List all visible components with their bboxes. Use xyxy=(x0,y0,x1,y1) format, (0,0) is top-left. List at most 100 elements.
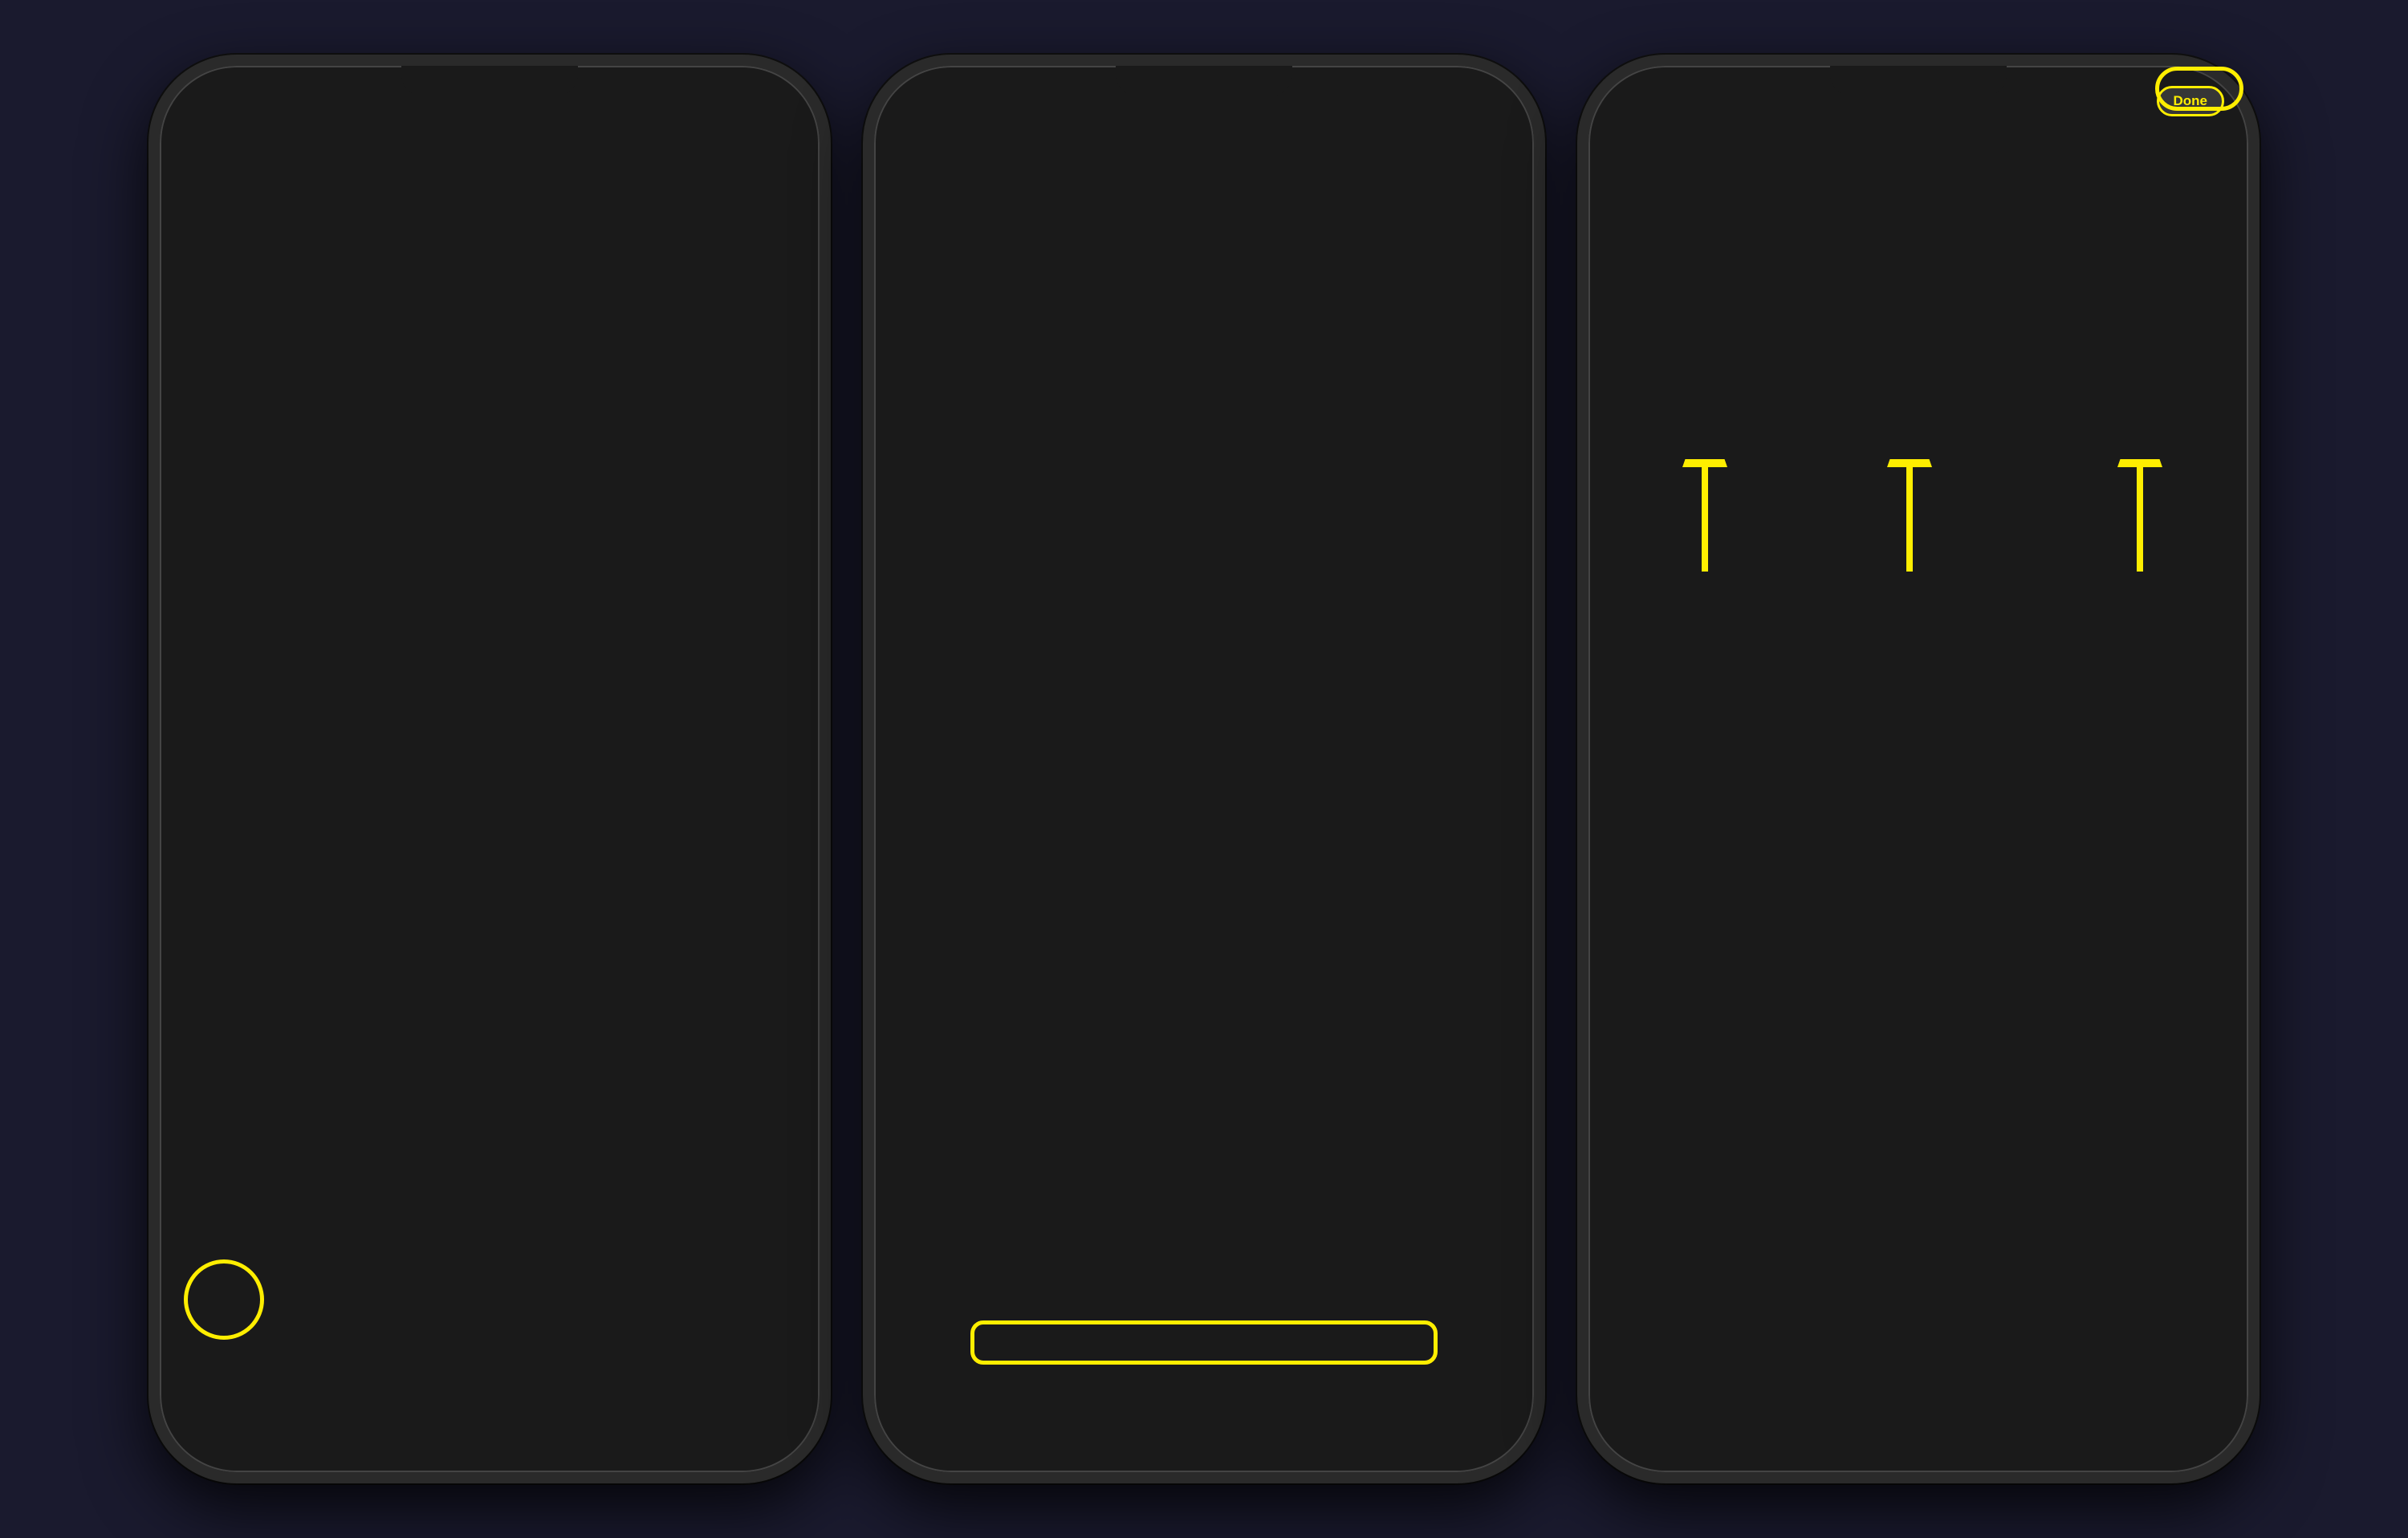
app-item-appleframes[interactable]: Apple Frames xyxy=(174,570,327,657)
firefox-icon[interactable] xyxy=(694,368,764,438)
p2-mail-dock-icon[interactable] xyxy=(1100,1373,1163,1435)
machash-icon[interactable]: # xyxy=(375,469,445,539)
page-thumb-4[interactable] xyxy=(1605,532,1805,897)
page-thumb-3[interactable]: ✓ xyxy=(2032,154,2232,519)
app-item-slack[interactable]: Slack xyxy=(493,368,646,454)
weather-delete[interactable]: − xyxy=(1361,462,1380,482)
page-thumb-5[interactable] xyxy=(1818,532,2019,897)
p2-firefox-icon[interactable] xyxy=(1408,368,1479,438)
p2-app-firefox[interactable]: − Firefox xyxy=(1367,368,1520,454)
p2-dock-macrob[interactable]: − 🤖 xyxy=(1390,1373,1453,1435)
machash-delete[interactable]: − xyxy=(1042,462,1061,482)
p2-bbcnews-icon[interactable]: BBCNEWS xyxy=(1248,570,1319,641)
p2-whatsapp-icon[interactable]: 1 xyxy=(1089,368,1160,438)
p2-app-twitter[interactable]: − Twitter xyxy=(1207,469,1361,555)
photos-icon[interactable] xyxy=(375,267,445,337)
phone-dock-delete[interactable]: − xyxy=(1237,1365,1256,1384)
p2-machash-icon[interactable]: # xyxy=(1089,469,1160,539)
p2-app-machash[interactable]: − # MacHash xyxy=(1048,469,1202,555)
appstore-delete[interactable]: − xyxy=(882,260,901,279)
messages-delete[interactable]: − xyxy=(1361,260,1380,279)
app-item-appstore[interactable]: App Store xyxy=(174,267,327,353)
p2-gmail-icon[interactable] xyxy=(1248,267,1319,337)
add-button[interactable]: + xyxy=(898,76,911,102)
firefox-delete[interactable]: − xyxy=(1361,361,1380,380)
p2-app-bbcnews[interactable]: − BBCNEWS BBC News xyxy=(1207,570,1361,657)
gmail-icon[interactable] xyxy=(534,267,604,337)
p2-app-gmail[interactable]: − Gmail xyxy=(1207,267,1361,353)
macrob-dock-icon[interactable]: 🤖 xyxy=(676,1373,738,1435)
dock-mail[interactable]: 16 xyxy=(386,1373,449,1435)
appstore-icon[interactable] xyxy=(215,267,286,337)
p2-photos-icon[interactable] xyxy=(1089,267,1160,337)
phone2-music-widget[interactable]: − 🎵 Music xyxy=(1347,110,1519,258)
bbcnews-delete[interactable]: − xyxy=(1201,564,1220,583)
safari-dock-icon[interactable] xyxy=(241,1373,303,1435)
app-item-things[interactable]: 3 Things xyxy=(174,368,327,454)
youtube-delete[interactable]: − xyxy=(1361,564,1380,583)
app-item-firefox[interactable]: Firefox xyxy=(653,368,806,454)
p2-app-things[interactable]: − 3 Things xyxy=(889,368,1042,454)
app-item-gmail[interactable]: Gmail xyxy=(493,267,646,353)
safari-dock-delete[interactable]: − xyxy=(947,1365,966,1384)
page-thumb-1[interactable]: ✓ xyxy=(1605,154,1805,519)
p2-app-photos[interactable]: − Photos xyxy=(1048,267,1202,353)
fitness-app-delete-btn[interactable]: − xyxy=(916,257,935,276)
bbcsport-delete[interactable]: − xyxy=(1042,564,1061,583)
things-delete2[interactable]: − xyxy=(882,361,901,380)
p2-fantastical-icon[interactable]: FRI13 xyxy=(929,469,1000,539)
p2-things-icon[interactable]: 3 xyxy=(929,368,1000,438)
page-thumb-2[interactable]: ✓ xyxy=(1818,154,2019,519)
app-item-fantastical[interactable]: FRI 13 Fantastical xyxy=(174,469,327,555)
p2-app-slack[interactable]: − Slack xyxy=(1207,368,1361,454)
p2-appstore-icon[interactable] xyxy=(929,267,1000,337)
whatsapp-delete[interactable]: − xyxy=(1042,361,1061,380)
phone2-fitness-widget[interactable]: − 129/440KCAL 2/30MIN 5/12HRS xyxy=(889,110,1154,258)
p2-app-whatsapp[interactable]: − 1 WhatsApp xyxy=(1048,368,1202,454)
bbcsport-icon[interactable]: BBC SPORT xyxy=(375,570,445,641)
app-item-machash[interactable]: # MacHash xyxy=(334,469,487,555)
app-item-bbcnews[interactable]: BBC NEWS BBC News xyxy=(493,570,646,657)
app-item-weather[interactable]: ⛅ Weather xyxy=(653,469,806,555)
p2-dock-phone[interactable]: − xyxy=(1245,1373,1308,1435)
settings-delete-btn[interactable]: − xyxy=(1226,250,1245,270)
health-widget[interactable]: Health & Fitness xyxy=(464,110,629,258)
p2-phone-dock-icon[interactable] xyxy=(1245,1373,1308,1435)
dock-macrob[interactable]: 🤖 xyxy=(676,1373,738,1435)
p2-safari-dock-icon[interactable] xyxy=(955,1373,1018,1435)
p2-dock-mail[interactable]: − 16 xyxy=(1100,1373,1163,1435)
p2-weather-icon[interactable]: ⛅ xyxy=(1408,469,1479,539)
youtube-icon[interactable] xyxy=(694,570,764,641)
app-item-photos[interactable]: Photos xyxy=(334,267,487,353)
page-thumb-6[interactable] xyxy=(2032,532,2232,897)
mail-dock-icon[interactable] xyxy=(386,1373,449,1435)
macrob-dock-delete[interactable]: − xyxy=(1382,1365,1401,1384)
app-item-twitter[interactable]: Twitter xyxy=(493,469,646,555)
p2-app-appstore[interactable]: − App Store xyxy=(889,267,1042,353)
gmail-delete[interactable]: − xyxy=(1201,260,1220,279)
appleframes-delete[interactable]: − xyxy=(882,564,901,583)
p2-macrob-dock-icon[interactable]: 🤖 xyxy=(1390,1373,1453,1435)
p2-dock-safari[interactable]: − xyxy=(955,1373,1018,1435)
fantastical-icon[interactable]: FRI 13 xyxy=(215,469,286,539)
done-topright-btn[interactable]: Done xyxy=(2157,86,2225,116)
p2-twitter-icon[interactable] xyxy=(1248,469,1319,539)
slack-icon[interactable] xyxy=(534,368,604,438)
phone2-health-widget[interactable]: − Health & Fitness xyxy=(1164,110,1336,258)
app-item-messages[interactable]: Messages xyxy=(653,267,806,353)
fantastical-delete[interactable]: − xyxy=(882,462,901,482)
whatsapp-icon[interactable]: 1 xyxy=(375,368,445,438)
things-icon[interactable]: 3 xyxy=(215,368,286,438)
dock-phone[interactable] xyxy=(531,1373,593,1435)
twitter-delete[interactable]: − xyxy=(1201,462,1220,482)
app-item-whatsapp[interactable]: 1 WhatsApp xyxy=(334,368,487,454)
p2-app-weather[interactable]: − ⛅ Weather xyxy=(1367,469,1520,555)
p2-app-bbcsport[interactable]: − BBCSPORT BBC Sport xyxy=(1048,570,1202,657)
weather-icon[interactable]: ⛅ xyxy=(694,469,764,539)
p2-appleframes-icon[interactable] xyxy=(929,570,1000,641)
fitness-widget[interactable]: 129/440KCAL 2/30MIN 5/12HRS xyxy=(174,110,454,258)
p2-app-fantastical[interactable]: − FRI13 Fantastical xyxy=(889,469,1042,555)
appleframes-icon[interactable] xyxy=(215,570,286,641)
p2-youtube-icon[interactable] xyxy=(1408,570,1479,641)
app-item-youtube[interactable]: YouTube xyxy=(653,570,806,657)
